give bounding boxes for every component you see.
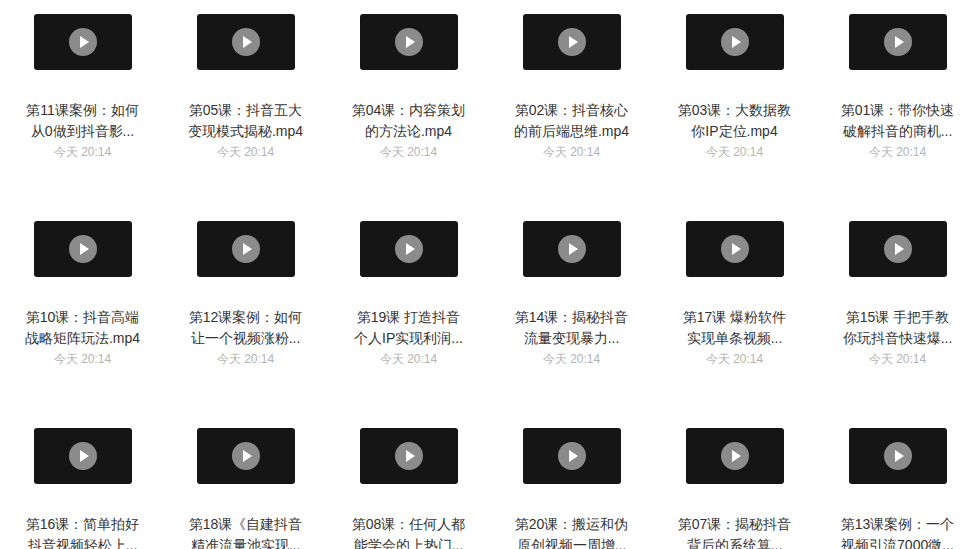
video-thumbnail (523, 221, 621, 277)
video-file[interactable]: 第13课案例：一个视频引流7000微... (816, 428, 979, 549)
play-icon (558, 442, 586, 470)
file-name: 第17课 爆粉软件实现单条视频... (683, 307, 786, 349)
video-thumbnail (686, 221, 784, 277)
file-name: 第02课：抖音核心的前后端思维.mp4 (514, 100, 629, 142)
video-file[interactable]: 第07课：揭秘抖音背后的系统算... (653, 428, 816, 549)
video-thumbnail (849, 428, 947, 484)
video-file[interactable]: 第14课：揭秘抖音流量变现暴力...今天 20:14 (490, 221, 653, 428)
file-grid: 第11课案例：如何从0做到抖音影...今天 20:14第05课：抖音五大变现模式… (1, 14, 979, 549)
play-icon (884, 442, 912, 470)
video-file[interactable]: 第15课 手把手教你玩抖音快速爆...今天 20:14 (816, 221, 979, 428)
file-name: 第01课：带你快速破解抖音的商机... (841, 100, 955, 142)
play-icon (884, 235, 912, 263)
play-icon (69, 442, 97, 470)
play-icon (232, 442, 260, 470)
video-thumbnail (34, 428, 132, 484)
video-file[interactable]: 第16课：简单拍好抖音视频轻松上... (1, 428, 164, 549)
play-icon (232, 28, 260, 56)
file-name: 第14课：揭秘抖音流量变现暴力... (515, 307, 629, 349)
file-grid-view: 第11课案例：如何从0做到抖音影...今天 20:14第05课：抖音五大变现模式… (0, 0, 979, 549)
video-thumbnail (849, 221, 947, 277)
video-thumbnail (686, 428, 784, 484)
play-icon (721, 235, 749, 263)
file-name: 第18课《自建抖音精准流量池实现... (189, 514, 303, 549)
file-time: 今天 20:14 (217, 142, 274, 163)
file-name: 第07课：揭秘抖音背后的系统算... (678, 514, 792, 549)
video-thumbnail (686, 14, 784, 70)
video-file[interactable]: 第18课《自建抖音精准流量池实现... (164, 428, 327, 549)
video-thumbnail (523, 14, 621, 70)
file-time: 今天 20:14 (543, 142, 600, 163)
video-file[interactable]: 第19课 打造抖音个人IP实现利润...今天 20:14 (327, 221, 490, 428)
file-name: 第05课：抖音五大变现模式揭秘.mp4 (188, 100, 303, 142)
file-name: 第04课：内容策划的方法论.mp4 (352, 100, 466, 142)
file-time: 今天 20:14 (217, 349, 274, 370)
file-name: 第03课：大数据教你IP定位.mp4 (678, 100, 792, 142)
video-thumbnail (197, 14, 295, 70)
video-thumbnail (360, 428, 458, 484)
video-thumbnail (360, 14, 458, 70)
video-file[interactable]: 第11课案例：如何从0做到抖音影...今天 20:14 (1, 14, 164, 221)
play-icon (232, 235, 260, 263)
file-time: 今天 20:14 (869, 142, 926, 163)
video-file[interactable]: 第08课：任何人都能学会的上热门... (327, 428, 490, 549)
file-name: 第11课案例：如何从0做到抖音影... (26, 100, 139, 142)
file-time: 今天 20:14 (706, 142, 763, 163)
video-thumbnail (360, 221, 458, 277)
video-thumbnail (34, 14, 132, 70)
video-thumbnail (34, 221, 132, 277)
video-file[interactable]: 第02课：抖音核心的前后端思维.mp4今天 20:14 (490, 14, 653, 221)
file-name: 第13课案例：一个视频引流7000微... (841, 514, 955, 549)
video-file[interactable]: 第04课：内容策划的方法论.mp4今天 20:14 (327, 14, 490, 221)
file-time: 今天 20:14 (543, 349, 600, 370)
file-name: 第10课：抖音高端战略矩阵玩法.mp4 (25, 307, 140, 349)
file-name: 第20课：搬运和伪原创视频一周增... (515, 514, 629, 549)
play-icon (395, 235, 423, 263)
play-icon (721, 442, 749, 470)
file-time: 今天 20:14 (706, 349, 763, 370)
file-time: 今天 20:14 (380, 142, 437, 163)
play-icon (395, 28, 423, 56)
video-file[interactable]: 第12课案例：如何让一个视频涨粉...今天 20:14 (164, 221, 327, 428)
play-icon (558, 28, 586, 56)
video-file[interactable]: 第01课：带你快速破解抖音的商机...今天 20:14 (816, 14, 979, 221)
video-file[interactable]: 第10课：抖音高端战略矩阵玩法.mp4今天 20:14 (1, 221, 164, 428)
video-file[interactable]: 第03课：大数据教你IP定位.mp4今天 20:14 (653, 14, 816, 221)
video-file[interactable]: 第20课：搬运和伪原创视频一周增... (490, 428, 653, 549)
file-name: 第19课 打造抖音个人IP实现利润... (354, 307, 463, 349)
file-time: 今天 20:14 (54, 349, 111, 370)
video-thumbnail (849, 14, 947, 70)
play-icon (69, 28, 97, 56)
play-icon (884, 28, 912, 56)
play-icon (721, 28, 749, 56)
file-name: 第08课：任何人都能学会的上热门... (352, 514, 466, 549)
play-icon (558, 235, 586, 263)
file-time: 今天 20:14 (869, 349, 926, 370)
video-thumbnail (523, 428, 621, 484)
file-name: 第15课 手把手教你玩抖音快速爆... (843, 307, 953, 349)
video-file[interactable]: 第05课：抖音五大变现模式揭秘.mp4今天 20:14 (164, 14, 327, 221)
file-name: 第16课：简单拍好抖音视频轻松上... (26, 514, 140, 549)
play-icon (395, 442, 423, 470)
play-icon (69, 235, 97, 263)
file-name: 第12课案例：如何让一个视频涨粉... (189, 307, 303, 349)
video-thumbnail (197, 428, 295, 484)
video-thumbnail (197, 221, 295, 277)
file-time: 今天 20:14 (380, 349, 437, 370)
video-file[interactable]: 第17课 爆粉软件实现单条视频...今天 20:14 (653, 221, 816, 428)
file-time: 今天 20:14 (54, 142, 111, 163)
